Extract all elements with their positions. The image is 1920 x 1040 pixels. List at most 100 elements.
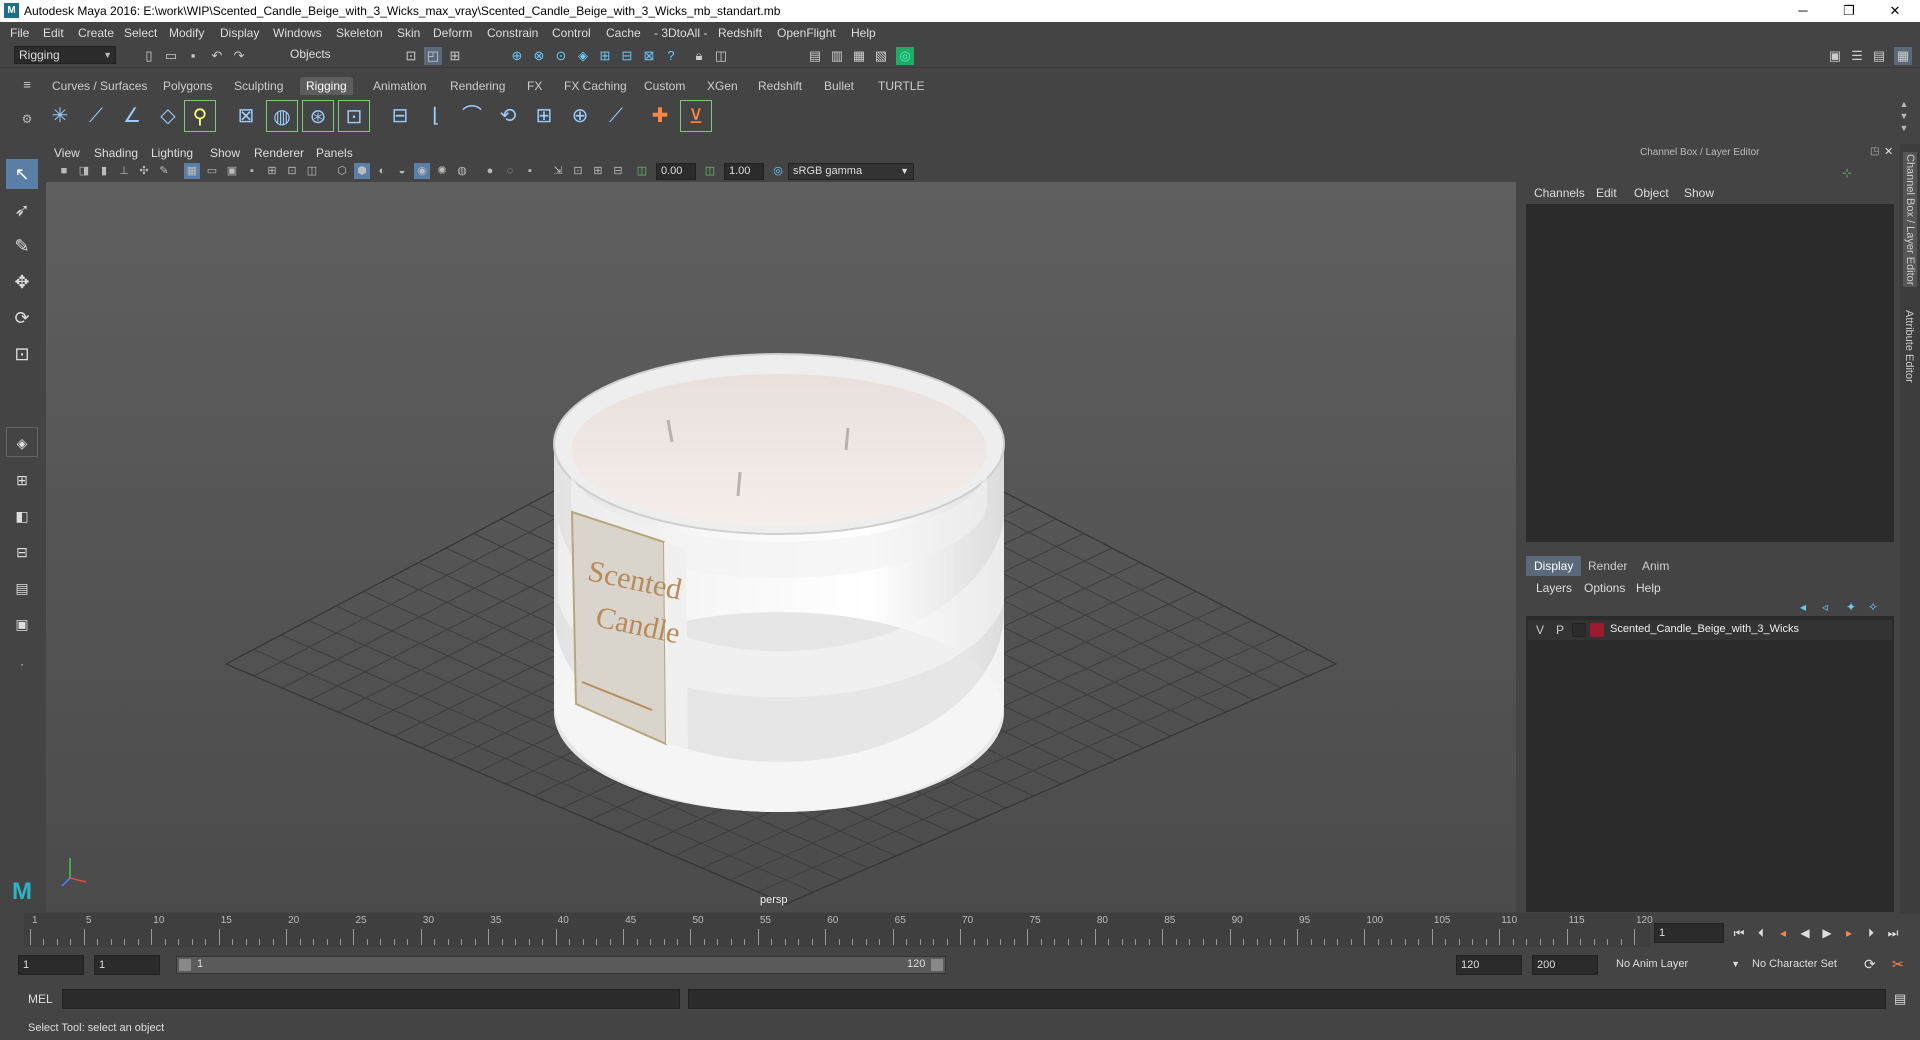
outliner-layout-icon[interactable]: ▤ — [6, 573, 38, 603]
xray-joints-icon[interactable]: ⊡ — [570, 163, 586, 179]
restore-button[interactable]: ❐ — [1826, 0, 1872, 22]
go-to-end-icon[interactable]: ⏭ — [1884, 924, 1902, 942]
exposure-icon[interactable]: ◫ — [634, 163, 650, 179]
character-set-dropdown[interactable]: No Character Set — [1748, 955, 1872, 975]
menu-display[interactable]: Display — [220, 26, 259, 40]
persp-outliner-icon[interactable]: ▣ — [6, 609, 38, 639]
film-gate-icon[interactable]: ▭ — [204, 163, 220, 179]
playback-end-field[interactable]: 120 — [1456, 955, 1522, 975]
grease-pencil-icon[interactable]: ✎ — [156, 163, 172, 179]
tab-rigging[interactable]: Rigging — [300, 77, 353, 95]
render-settings-icon[interactable]: ▦ — [850, 47, 868, 65]
shelf-settings-icon[interactable]: ⚙ — [18, 112, 36, 130]
tab-anim[interactable]: Anim — [1634, 556, 1677, 576]
snap-view-icon[interactable]: ⊠ — [640, 47, 658, 65]
paint-weights-icon[interactable]: ⊟ — [384, 100, 416, 132]
selection-mode-dropdown[interactable]: Objects — [286, 46, 382, 64]
end-time-field[interactable]: 200 — [1532, 955, 1598, 975]
snap-live-icon[interactable]: ⊟ — [618, 47, 636, 65]
tab-bullet[interactable]: Bullet — [818, 77, 860, 95]
range-slider[interactable]: 1 120 — [176, 956, 946, 974]
tab-render[interactable]: Render — [1580, 556, 1635, 576]
start-time-field[interactable]: 1 — [18, 955, 84, 975]
history-icon[interactable]: ◫ — [712, 47, 730, 65]
lock-icon[interactable]: 🔒︎ — [690, 47, 708, 65]
aim-constraint-icon[interactable]: ⟲ — [492, 100, 524, 132]
motion-blur-icon[interactable]: ◌ — [502, 163, 518, 179]
anim-layer-dropdown[interactable]: No Anim Layer ▼ — [1612, 955, 1744, 975]
layer-playback-toggle[interactable]: P — [1556, 623, 1564, 637]
xray-icon[interactable]: ◍ — [454, 163, 470, 179]
locator-icon[interactable]: ✚ — [644, 100, 676, 132]
select-object-icon[interactable]: ◰ — [424, 47, 442, 65]
layer-type-toggle[interactable] — [1572, 623, 1586, 637]
menu-help[interactable]: Help — [851, 26, 876, 40]
snap-point-icon[interactable]: ⊙ — [552, 47, 570, 65]
save-scene-icon[interactable]: ▪ — [184, 47, 202, 65]
smooth-shade-icon[interactable]: ⬢ — [354, 163, 370, 179]
layer-row[interactable]: V P Scented_Candle_Beige_with_3_Wicks — [1528, 620, 1892, 640]
vp-menu-shading[interactable]: Shading — [94, 146, 138, 160]
menu-create[interactable]: Create — [78, 26, 114, 40]
channel-box-area[interactable] — [1526, 204, 1894, 542]
ipr-render-icon[interactable]: ▥ — [828, 47, 846, 65]
move-layer-up-icon[interactable]: ◂ — [1800, 600, 1806, 614]
gamma-field[interactable]: 1.00 — [724, 163, 764, 180]
snap-plane-icon[interactable]: ⊞ — [596, 47, 614, 65]
menu-skeleton[interactable]: Skeleton — [336, 26, 383, 40]
vp-menu-panels[interactable]: Panels — [316, 146, 353, 160]
joint-tool-icon[interactable]: ✳ — [44, 100, 76, 132]
auto-key-icon[interactable]: ⟳ — [1864, 956, 1876, 973]
3d-viewport[interactable]: Scented Candle — [46, 182, 1516, 912]
render-frame-icon[interactable]: ▤ — [806, 47, 824, 65]
anti-aliasing-icon[interactable]: ▪ — [522, 163, 538, 179]
cluster-icon[interactable]: ⊠ — [230, 100, 262, 132]
menu-redshift[interactable]: Redshift — [718, 26, 762, 40]
hypershade-icon[interactable]: ▧ — [872, 47, 890, 65]
single-pane-icon[interactable]: ◈ — [6, 427, 38, 457]
ambient-occlusion-icon[interactable]: ● — [482, 163, 498, 179]
menu-windows[interactable]: Windows — [273, 26, 322, 40]
parent-constraint-icon[interactable]: ⊕ — [564, 100, 596, 132]
shelf-menu-icon[interactable]: ≡ — [18, 76, 36, 94]
color-management-icon[interactable]: ◎ — [770, 163, 786, 179]
select-hierarchy-icon[interactable]: ⊡ — [402, 47, 420, 65]
cb-menu-channels[interactable]: Channels — [1534, 186, 1585, 200]
step-back-key-icon[interactable]: ⏴ — [1752, 924, 1770, 942]
lattice-icon[interactable]: ◍ — [266, 100, 298, 132]
image-plane-icon[interactable]: ⊥ — [116, 163, 132, 179]
paint-select-icon[interactable]: ✎ — [6, 231, 38, 261]
menu-constrain[interactable]: Constrain — [487, 26, 538, 40]
menu-3dtoall[interactable]: - 3DtoAll - — [654, 26, 707, 40]
textured-icon[interactable]: ◒ — [394, 163, 410, 179]
scale-tool-icon[interactable]: ⊡ — [6, 339, 38, 369]
close-panel-icon[interactable]: ✕ — [1884, 145, 1893, 158]
snap-curve-icon[interactable]: ⊗ — [530, 47, 548, 65]
cb-menu-edit[interactable]: Edit — [1596, 186, 1617, 200]
safe-action-icon[interactable]: ⊡ — [284, 163, 300, 179]
gamma-icon[interactable]: ◫ — [702, 163, 718, 179]
preferences-icon[interactable]: ✂ — [1892, 956, 1904, 973]
go-to-start-icon[interactable]: ⏮ — [1730, 924, 1748, 942]
command-language-label[interactable]: MEL — [28, 992, 53, 1006]
new-scene-icon[interactable]: ▯ — [140, 47, 158, 65]
layer-color-swatch[interactable] — [1590, 623, 1604, 637]
tab-sculpting[interactable]: Sculpting — [228, 77, 289, 95]
persp-graph-icon[interactable]: ⊟ — [6, 537, 38, 567]
wireframe-icon[interactable]: ⬡ — [334, 163, 350, 179]
grid-toggle-icon[interactable]: ▦ — [184, 163, 200, 179]
time-slider[interactable]: 1 5 10 15 20 25 30 35 40 45 50 55 60 65 70 75 80 85 90 95 10… — [24, 913, 1653, 947]
orient-constraint-icon[interactable]: ⌒ — [456, 100, 488, 132]
vp-menu-renderer[interactable]: Renderer — [254, 146, 304, 160]
minimize-button[interactable]: ─ — [1780, 0, 1826, 22]
layer-visibility-toggle[interactable]: V — [1536, 623, 1544, 637]
safe-title-icon[interactable]: ◫ — [304, 163, 320, 179]
play-forward-icon[interactable]: ▶ — [1818, 924, 1836, 942]
shelf-scroll-arrows[interactable]: ▲ ▼ ▼ — [1896, 98, 1912, 134]
command-input[interactable] — [62, 989, 680, 1009]
field-chart-icon[interactable]: ⊞ — [264, 163, 280, 179]
new-layer-selected-icon[interactable]: ✧ — [1868, 600, 1878, 614]
tab-fx[interactable]: FX — [521, 77, 548, 95]
channel-box-side-tab[interactable]: Channel Box / Layer Editor — [1903, 152, 1917, 288]
scale-constraint-icon[interactable]: ⊞ — [528, 100, 560, 132]
